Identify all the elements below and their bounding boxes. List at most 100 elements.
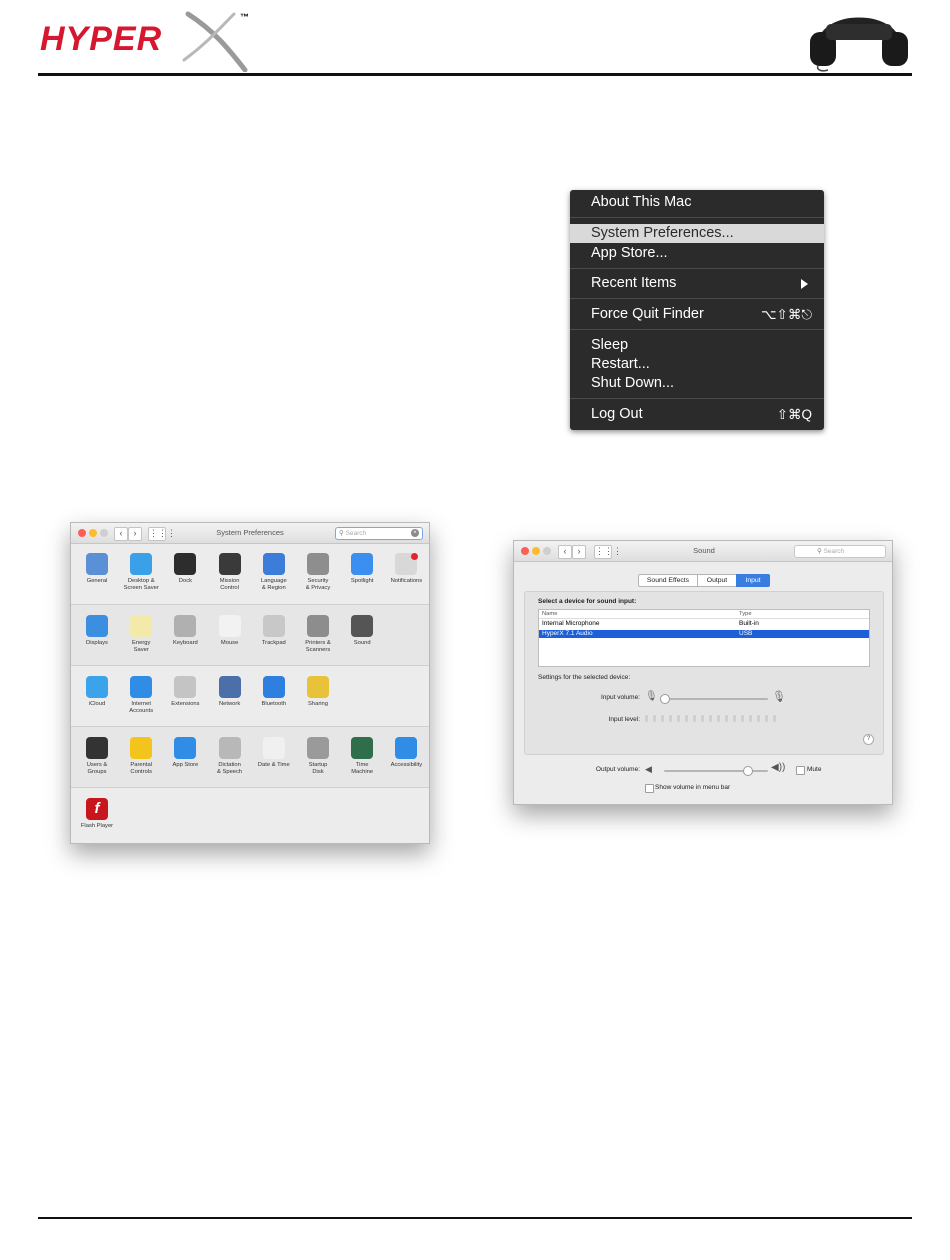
pref-pane-item[interactable]: iCloud [75, 676, 119, 708]
tab-output[interactable]: Output [697, 574, 737, 587]
menu-item-about[interactable]: About This Mac [591, 193, 691, 212]
header-rule [38, 73, 912, 76]
pref-pane-label: Network [218, 701, 241, 707]
pref-pane-label: Parental Controls [130, 762, 152, 775]
menu-item-app-store[interactable]: App Store... [591, 244, 668, 263]
sharing-icon [307, 676, 329, 698]
close-button[interactable] [521, 547, 529, 555]
table-row-selected[interactable]: HyperX 7.1 Audio USB [539, 630, 869, 638]
back-button[interactable]: ‹ [114, 527, 128, 541]
pref-pane-item[interactable]: App Store [163, 737, 207, 769]
pref-pane-item[interactable]: Accessibility [384, 737, 428, 769]
level-bar [669, 715, 672, 722]
input-volume-track[interactable] [664, 698, 768, 700]
pref-pane-item[interactable]: Notifications [384, 553, 428, 585]
zoom-button[interactable] [100, 529, 108, 537]
notification-badge [411, 553, 419, 560]
pref-pane-item[interactable]: Energy Saver [119, 615, 163, 654]
pref-pane-item[interactable]: Security & Privacy [296, 553, 340, 592]
desktop-icon [130, 553, 153, 575]
search-input[interactable]: ⚲ Search [794, 545, 886, 558]
menu-item-restart[interactable]: Restart... [591, 355, 650, 374]
pref-pane-item[interactable]: Sharing [296, 676, 340, 708]
pref-pane-item[interactable]: Language & Region [252, 553, 296, 592]
column-name[interactable]: Name [542, 610, 557, 618]
pref-pane-item[interactable]: Internet Accounts [119, 676, 163, 715]
input-volume-knob[interactable] [660, 694, 670, 704]
search-icon: ⚲ [817, 548, 822, 555]
pref-pane-item[interactable]: f Flash Player [75, 798, 119, 830]
cloud-icon [86, 676, 108, 698]
search-input[interactable]: ⚲ Search × [335, 527, 423, 540]
tab-sound-effects[interactable]: Sound Effects [638, 574, 698, 587]
pref-pane-label: Users & Groups [86, 762, 108, 775]
menu-item-log-out[interactable]: Log Out [591, 405, 643, 424]
pref-pane-item[interactable]: Dock [163, 553, 207, 585]
menu-separator [570, 298, 824, 299]
table-row[interactable]: Internal Microphone Built-in [539, 620, 869, 628]
pref-pane-label: iCloud [88, 701, 106, 707]
search-icon: ⚲ [339, 530, 344, 537]
menu-item-system-preferences[interactable]: System Preferences... [570, 224, 824, 243]
parental-icon [130, 737, 153, 759]
pref-pane-label: Internet Accounts [129, 701, 154, 714]
pref-pane-item[interactable]: Network [208, 676, 252, 708]
globe-flag-icon [262, 553, 285, 575]
pref-pane-label: Keyboard [172, 640, 198, 646]
level-bar [709, 715, 712, 722]
log-out-shortcut: ⇧⌘Q [776, 407, 812, 422]
menu-item-recent-items[interactable]: Recent Items [591, 274, 676, 293]
appstore-icon [174, 737, 197, 759]
help-button[interactable]: ? [863, 734, 874, 745]
speaker-low-icon: ◀ [645, 764, 652, 774]
mute-checkbox[interactable] [796, 766, 805, 775]
menu-item-shut-down[interactable]: Shut Down... [591, 374, 674, 393]
bulb-icon [130, 615, 153, 637]
pref-pane-item[interactable]: Date & Time [252, 737, 296, 769]
table-header: Name Type [539, 610, 869, 619]
pref-pane-item[interactable]: Dictation & Speech [208, 737, 252, 776]
level-bar [685, 715, 688, 722]
zoom-button[interactable] [543, 547, 551, 555]
pref-pane-item[interactable]: Startup Disk [296, 737, 340, 776]
menu-item-sleep[interactable]: Sleep [591, 336, 628, 355]
forward-button[interactable]: › [128, 527, 142, 541]
minimize-button[interactable] [532, 547, 540, 555]
flash-icon: f [86, 798, 108, 820]
system-preferences-window: ‹ › ⋮⋮⋮ System Preferences ⚲ Search × Ge… [70, 522, 430, 844]
clear-search-icon[interactable]: × [411, 529, 419, 537]
pref-pane-item[interactable]: Extensions [163, 676, 207, 708]
back-button[interactable]: ‹ [558, 545, 572, 559]
trademark-symbol: ™ [240, 12, 249, 22]
show-all-grid-icon[interactable]: ⋮⋮⋮ [148, 527, 176, 541]
speaker-high-icon: ◀)) [771, 762, 786, 773]
pref-pane-item[interactable]: Sound [340, 615, 384, 647]
pref-pane-item[interactable]: Bluetooth [252, 676, 296, 708]
pref-pane-item[interactable]: Mouse [208, 615, 252, 647]
show-volume-checkbox[interactable] [645, 784, 654, 793]
menu-item-force-quit[interactable]: Force Quit Finder [591, 305, 704, 324]
pref-pane-item[interactable]: Keyboard [163, 615, 207, 647]
menu-separator [570, 398, 824, 399]
pref-pane-item[interactable]: Printers & Scanners [296, 615, 340, 654]
level-bar [757, 715, 760, 722]
minimize-button[interactable] [89, 529, 97, 537]
pref-pane-item[interactable]: Time Machine [340, 737, 384, 776]
pref-pane-item[interactable]: Mission Control [208, 553, 252, 592]
close-button[interactable] [78, 529, 86, 537]
show-all-grid-icon[interactable]: ⋮⋮⋮ [594, 545, 622, 559]
pref-pane-item[interactable]: Desktop & Screen Saver [119, 553, 163, 592]
pref-pane-item[interactable]: Spotlight [340, 553, 384, 585]
pref-pane-item[interactable]: General [75, 553, 119, 585]
pref-pane-item[interactable]: Users & Groups [75, 737, 119, 776]
level-bar [773, 715, 776, 722]
apple-menu: About This Mac System Preferences... App… [570, 190, 824, 430]
forward-button[interactable]: › [572, 545, 586, 559]
output-volume-knob[interactable] [743, 766, 754, 776]
tab-input[interactable]: Input [736, 574, 770, 587]
pref-pane-item[interactable]: Parental Controls [119, 737, 163, 776]
pref-pane-item[interactable]: Trackpad [252, 615, 296, 647]
column-type[interactable]: Type [739, 610, 752, 618]
level-bar [677, 715, 680, 722]
pref-pane-item[interactable]: Displays [75, 615, 119, 647]
